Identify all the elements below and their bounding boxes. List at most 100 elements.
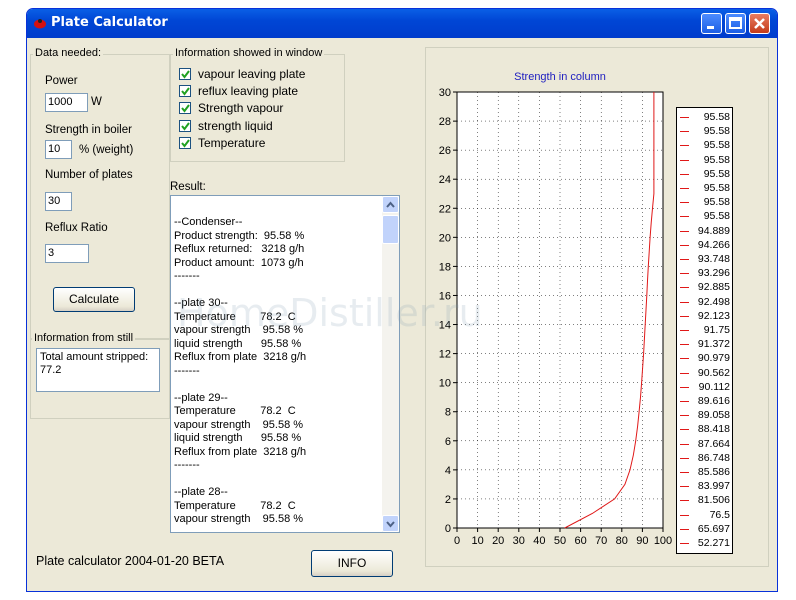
result-line: ------- <box>174 270 200 282</box>
legend-value: 86.748 <box>697 451 730 464</box>
checkmark-icon <box>181 87 190 96</box>
legend-value: 90.979 <box>697 352 730 365</box>
result-textarea[interactable]: --Condenser-- Product strength: 95.58 % Re… <box>170 195 400 533</box>
legend-swatch <box>680 273 689 275</box>
legend-value: 91.372 <box>697 338 730 351</box>
x-tick-label: 80 <box>616 535 628 547</box>
legend-value: 90.112 <box>698 380 730 393</box>
legend-value: 85.586 <box>697 466 730 478</box>
legend-value: 92.123 <box>697 309 730 322</box>
strength-label: Strength in boiler <box>45 124 132 136</box>
result-line: --plate 29-- <box>174 391 228 404</box>
result-line: Product strength: 95.58 % <box>174 229 305 242</box>
power-label: Power <box>45 75 78 87</box>
y-tick-label: 4 <box>445 465 451 477</box>
legend-value: 81.506 <box>697 494 730 507</box>
plates-input[interactable]: 30 <box>45 192 72 211</box>
legend-item: 94.889 <box>677 224 734 237</box>
legend-swatch <box>680 500 689 502</box>
checkbox[interactable] <box>179 137 191 149</box>
info-button[interactable]: INFO <box>311 550 393 577</box>
legend-item: 92.123 <box>677 309 734 322</box>
option-label: Strength vapour <box>198 101 284 115</box>
legend-value: 94.266 <box>697 238 730 251</box>
watermark: HomeDistiller.ru <box>177 291 483 335</box>
option-label: vapour leaving plate <box>198 67 306 81</box>
legend-swatch <box>680 457 689 459</box>
minimize-button[interactable] <box>701 13 722 34</box>
y-tick-label: 10 <box>439 378 451 390</box>
legend-value: 92.498 <box>697 295 730 308</box>
checkbox[interactable] <box>179 68 191 80</box>
power-input[interactable]: 1000 <box>45 93 88 112</box>
y-tick-label: 18 <box>439 261 451 273</box>
legend-item: 91.372 <box>677 339 734 350</box>
checkbox[interactable] <box>179 120 191 132</box>
legend-swatch <box>680 216 689 218</box>
checkbox[interactable] <box>179 85 191 97</box>
legend-item: 93.748 <box>677 254 734 265</box>
close-button[interactable] <box>749 13 770 34</box>
legend-swatch <box>680 528 689 530</box>
close-icon <box>754 18 765 29</box>
legend-item: 92.885 <box>677 282 734 293</box>
x-tick-label: 100 <box>654 535 672 547</box>
plates-label: Number of plates <box>45 169 133 181</box>
legend-item: 65.697 <box>677 522 734 535</box>
legend-swatch <box>680 202 689 204</box>
chevron-up-icon <box>386 201 395 208</box>
y-tick-label: 30 <box>439 87 451 99</box>
result-line: liquid strength 95.58 % <box>174 337 302 350</box>
legend-swatch <box>680 486 689 488</box>
scroll-thumb[interactable] <box>382 215 399 244</box>
option-label: strength liquid <box>198 119 273 133</box>
legend-swatch <box>680 131 689 133</box>
result-scrollbar[interactable] <box>382 196 399 532</box>
option-label: reflux leaving plate <box>198 84 299 98</box>
chart-legend: 95.58 95.58 95.58 95.58 95.58 95.58 95.58 95.58… <box>676 107 733 554</box>
checkbox[interactable] <box>179 102 191 114</box>
legend-value: 95.58 <box>703 196 730 209</box>
legend-swatch <box>680 386 689 388</box>
result-line: vapour strength 95.58 % <box>174 513 304 525</box>
legend-swatch <box>680 401 689 402</box>
result-line: --Condenser-- <box>174 216 243 228</box>
scroll-down-button[interactable] <box>382 515 399 532</box>
status-text: Plate calculator 2004-01-20 BETA <box>36 554 225 568</box>
legend-item: 85.586 <box>677 467 734 478</box>
result-line: Temperature 78.2 C <box>174 499 296 512</box>
y-tick-label: 12 <box>439 349 451 361</box>
x-tick-label: 70 <box>595 535 607 547</box>
result-line: liquid strength 95.58 % <box>174 432 302 444</box>
power-unit: W <box>91 96 102 108</box>
chevron-down-icon <box>386 521 395 528</box>
checkmark-icon <box>181 104 190 113</box>
scroll-up-button[interactable] <box>382 196 399 213</box>
legend-value: 65.697 <box>697 522 730 535</box>
result-line <box>174 378 379 392</box>
result-line <box>174 473 379 487</box>
calculate-button[interactable]: Calculate <box>53 287 135 312</box>
maximize-button[interactable] <box>725 13 746 34</box>
legend-item: 93.296 <box>677 268 734 279</box>
legend-value: 95.58 <box>703 139 730 152</box>
y-tick-label: 20 <box>439 232 451 244</box>
legend-value: 93.296 <box>697 267 730 280</box>
x-tick-label: 10 <box>471 535 483 547</box>
title-bar[interactable]: Plate Calculator <box>27 9 777 38</box>
legend-value: 94.889 <box>697 224 730 237</box>
checkmark-icon <box>181 70 190 79</box>
legend-value: 88.418 <box>697 423 730 436</box>
reflux-input[interactable]: 3 <box>45 244 89 263</box>
reflux-label: Reflux Ratio <box>45 222 108 234</box>
legend-item: 95.58 <box>677 126 734 137</box>
result-line: Product amount: 1073 g/h <box>174 256 304 269</box>
strength-input[interactable]: 10 <box>45 140 72 159</box>
x-tick-label: 90 <box>636 535 648 547</box>
legend-swatch <box>680 358 689 360</box>
legend-item: 95.58 <box>677 140 734 151</box>
legend-value: 95.58 <box>703 125 730 138</box>
legend-item: 95.58 <box>677 154 734 166</box>
legend-value: 93.748 <box>697 253 730 265</box>
y-tick-label: 22 <box>439 203 451 215</box>
